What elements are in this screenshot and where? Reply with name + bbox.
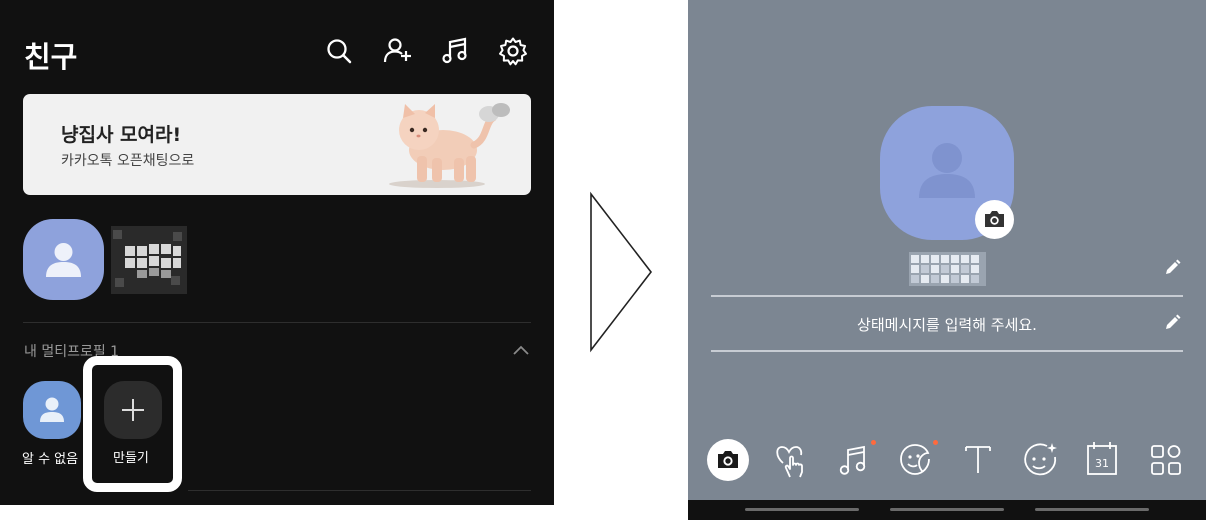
system-nav-bar (688, 500, 1206, 520)
edit-name-icon[interactable] (1162, 258, 1182, 278)
profile-edit-screen: 상태메시지를 입력해 주세요. 31 (688, 0, 1206, 520)
friends-screen: 친구 냥집사 모여라! 카카오톡 오픈채팅으로 내 멀티프로필 1 알 수 없음… (0, 0, 554, 505)
edit-status-icon[interactable] (1162, 313, 1182, 333)
calendar-icon[interactable]: 31 (1079, 437, 1125, 483)
divider (711, 350, 1183, 352)
back-nav[interactable] (1035, 508, 1149, 511)
status-bar (22, 0, 532, 6)
page-title: 친구 (24, 40, 78, 74)
status-message-input[interactable]: 상태메시지를 입력해 주세요. (711, 314, 1183, 335)
camera-badge-icon[interactable] (975, 200, 1014, 239)
profile-decoration-toolbar: 31 (688, 437, 1206, 483)
cat-illustration (389, 103, 510, 188)
text-icon[interactable] (955, 437, 1001, 483)
recent-apps-nav[interactable] (745, 508, 859, 511)
effect-icon[interactable] (1017, 437, 1063, 483)
name-mosaic (909, 252, 986, 286)
open-chat-banner[interactable]: 냥집사 모여라! 카카오톡 오픈채팅으로 (23, 94, 531, 195)
grid-icon[interactable] (1143, 437, 1189, 483)
banner-title: 냥집사 모여라! (61, 124, 182, 146)
create-label: 만들기 (113, 451, 149, 466)
multi-profile-label: 알 수 없음 (22, 452, 79, 467)
heart-touch-icon[interactable] (769, 437, 815, 483)
comparison-screenshot: 친구 냥집사 모여라! 카카오톡 오픈채팅으로 내 멀티프로필 1 알 수 없음… (0, 0, 1206, 520)
divider (23, 322, 531, 323)
calendar-day-label: 31 (1095, 457, 1109, 470)
multi-profile-avatar[interactable] (23, 381, 81, 439)
music-icon[interactable] (440, 36, 470, 66)
search-icon[interactable] (324, 36, 354, 66)
name-mosaic (111, 226, 187, 294)
settings-icon[interactable] (498, 36, 528, 66)
transition-arrow-icon (590, 191, 653, 353)
new-badge (871, 440, 876, 445)
add-friend-icon[interactable] (382, 36, 412, 66)
divider (711, 295, 1183, 297)
chevron-up-icon[interactable] (512, 344, 530, 356)
music-icon[interactable] (831, 437, 877, 483)
camera-icon[interactable] (707, 439, 749, 481)
create-multi-profile-button[interactable] (104, 381, 162, 439)
home-nav[interactable] (890, 508, 1004, 511)
divider (188, 490, 531, 491)
new-badge (933, 440, 938, 445)
banner-subtitle: 카카오톡 오픈채팅으로 (61, 153, 195, 169)
sticker-icon[interactable] (893, 437, 939, 483)
my-profile-avatar[interactable] (23, 219, 104, 300)
